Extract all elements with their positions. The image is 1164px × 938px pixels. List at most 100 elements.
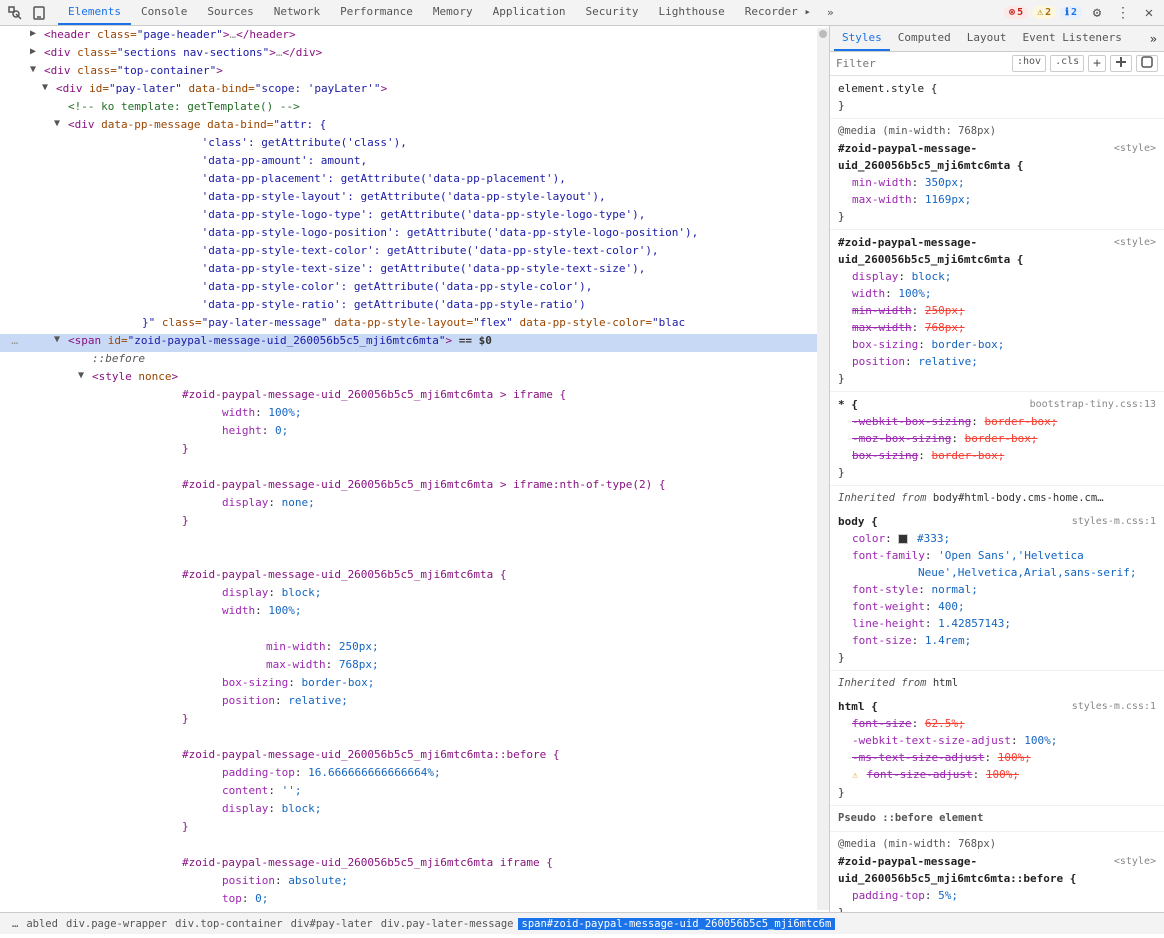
html-line[interactable]: display: block; [0,586,817,604]
html-line[interactable] [0,460,817,478]
breadcrumb-item-pay-later-message[interactable]: div.pay-later-message [377,918,518,930]
html-line[interactable]: #zoid-paypal-message-uid_260056b5c5_mji6… [0,478,817,496]
close-icon[interactable]: ✕ [1138,2,1160,24]
html-line[interactable]: box-sizing: border-box; [0,676,817,694]
expand-arrow[interactable]: ▼ [78,370,92,381]
html-line[interactable]: #zoid-paypal-message-uid_260056b5c5_mji6… [0,748,817,766]
html-line[interactable]: <!-- ko template: getTemplate() --> [0,100,817,118]
html-line[interactable]: } [0,820,817,838]
styles-filter-input[interactable] [836,57,1012,70]
html-line[interactable]: #zoid-paypal-message-uid_260056b5c5_mji6… [0,856,817,874]
html-source[interactable]: styles-m.css:1 [1072,698,1156,715]
breakpoint-gutter[interactable]: … [4,334,22,347]
more-tabs-button[interactable]: » [821,0,840,25]
html-line[interactable]: position: relative; [0,694,817,712]
more-options-icon[interactable]: ⋮ [1112,2,1134,24]
tab-lighthouse[interactable]: Lighthouse [649,0,735,25]
expand-arrow[interactable]: ▼ [30,64,44,75]
html-line[interactable]: display: block; [0,802,817,820]
tab-memory[interactable]: Memory [423,0,483,25]
tab-styles[interactable]: Styles [834,26,890,51]
settings-icon[interactable]: ⚙ [1086,2,1108,24]
pseudo-filter-button[interactable]: :hov [1012,55,1046,72]
html-line[interactable]: min-width: 250px; [0,640,817,658]
html-line[interactable]: ::before [0,352,817,370]
tab-network[interactable]: Network [264,0,330,25]
tab-computed[interactable]: Computed [890,26,959,51]
expand-arrow[interactable]: ▶ [30,28,44,39]
html-line[interactable]: ▼ <div id="pay-later" data-bind="scope: … [0,82,817,100]
html-line[interactable]: 'data-pp-style-logo-type': getAttribute(… [0,208,817,226]
tab-performance[interactable]: Performance [330,0,423,25]
tab-elements[interactable]: Elements [58,0,131,25]
html-line[interactable]: max-width: 768px; [0,658,817,676]
html-line[interactable]: 'data-pp-style-text-color': getAttribute… [0,244,817,262]
tab-recorder[interactable]: Recorder ▸ [735,0,821,25]
html-line[interactable]: position: absolute; [0,874,817,892]
html-line[interactable] [0,838,817,856]
html-line[interactable]: 'class': getAttribute('class'), [0,136,817,154]
html-line[interactable] [0,550,817,568]
html-line[interactable]: 'data-pp-style-ratio': getAttribute('dat… [0,298,817,316]
html-line[interactable]: } [0,712,817,730]
html-line[interactable]: ▶ <header class="page-header">…</header> [0,28,817,46]
new-rule-button[interactable] [1110,55,1132,72]
device-icon[interactable] [28,2,50,24]
breadcrumb-item-pay-later[interactable]: div#pay-later [287,918,377,930]
html-line[interactable]: content: ''; [0,784,817,802]
refresh-button[interactable] [1136,55,1158,72]
html-line[interactable]: height: 0; [0,424,817,442]
tab-application[interactable]: Application [483,0,576,25]
html-line[interactable]: 'data-pp-placement': getAttribute('data-… [0,172,817,190]
html-scrollbar[interactable] [817,28,829,910]
html-line[interactable]: 'data-pp-style-color': getAttribute('dat… [0,280,817,298]
expand-arrow[interactable]: ▼ [54,334,68,345]
breadcrumb-item-page-wrapper[interactable]: div.page-wrapper [62,918,171,930]
tab-layout[interactable]: Layout [959,26,1015,51]
expand-pane-icon[interactable]: » [1147,32,1160,46]
html-line[interactable] [0,730,817,748]
html-line[interactable]: ▼ <div class="top-container"> [0,64,817,82]
html-line[interactable]: 'data-pp-style-logo-position': getAttrib… [0,226,817,244]
tab-sources[interactable]: Sources [197,0,263,25]
breadcrumb-item-span-selected[interactable]: span#zoid-paypal-message-uid_260056b5c5_… [518,918,836,930]
tab-security[interactable]: Security [576,0,649,25]
html-line[interactable]: ▼ <div data-pp-message data-bind="attr: … [0,118,817,136]
html-selected-line[interactable]: … ▼ <span id="zoid-paypal-message-uid_26… [0,334,817,352]
expand-arrow[interactable]: ▼ [42,82,56,93]
html-line[interactable]: display: none; [0,496,817,514]
error-badge[interactable]: ⊗ 5 [1004,6,1028,19]
tab-console[interactable]: Console [131,0,197,25]
html-line[interactable]: width: 100%; [0,406,817,424]
html-content[interactable]: ▶ <header class="page-header">…</header>… [0,26,829,912]
warning-badge[interactable]: ⚠ 2 [1032,6,1056,19]
html-line[interactable] [0,622,817,640]
class-filter-button[interactable]: .cls [1050,55,1084,72]
html-line[interactable]: width: 100%; [0,604,817,622]
inspect-icon[interactable] [4,2,26,24]
html-tree[interactable]: ▶ <header class="page-header">…</header>… [0,28,817,910]
breadcrumb-item-top-container[interactable]: div.top-container [171,918,286,930]
expand-arrow[interactable]: ▼ [54,118,68,129]
style-source-star[interactable]: bootstrap-tiny.css:13 [1030,396,1156,413]
styles-content[interactable]: element.style { } @media (min-width: 768… [830,76,1164,912]
expand-arrow[interactable]: ▶ [30,46,44,57]
html-line[interactable]: 'data-pp-style-layout': getAttribute('da… [0,190,817,208]
html-line[interactable]: #zoid-paypal-message-uid_260056b5c5_mji6… [0,388,817,406]
style-source-2[interactable]: <style> [1114,234,1156,268]
html-line[interactable]: ▶ <div class="sections nav-sections">…</… [0,46,817,64]
html-line[interactable]: top: 0; [0,892,817,910]
body-source[interactable]: styles-m.css:1 [1072,513,1156,530]
html-line[interactable] [0,532,817,550]
breadcrumb-item-abled[interactable]: abled [22,918,62,930]
html-line[interactable]: 'data-pp-style-text-size': getAttribute(… [0,262,817,280]
info-badge[interactable]: ℹ 2 [1060,6,1082,19]
html-line[interactable]: }" class="pay-later-message" data-pp-sty… [0,316,817,334]
pseudo-source-1[interactable]: <style> [1114,853,1156,887]
html-line[interactable]: } [0,442,817,460]
html-line[interactable]: ▼ <style nonce> [0,370,817,388]
breadcrumb-item-ellipsis[interactable]: … [8,918,22,930]
html-line[interactable]: #zoid-paypal-message-uid_260056b5c5_mji6… [0,568,817,586]
tab-event-listeners[interactable]: Event Listeners [1014,26,1129,51]
html-line[interactable]: } [0,514,817,532]
